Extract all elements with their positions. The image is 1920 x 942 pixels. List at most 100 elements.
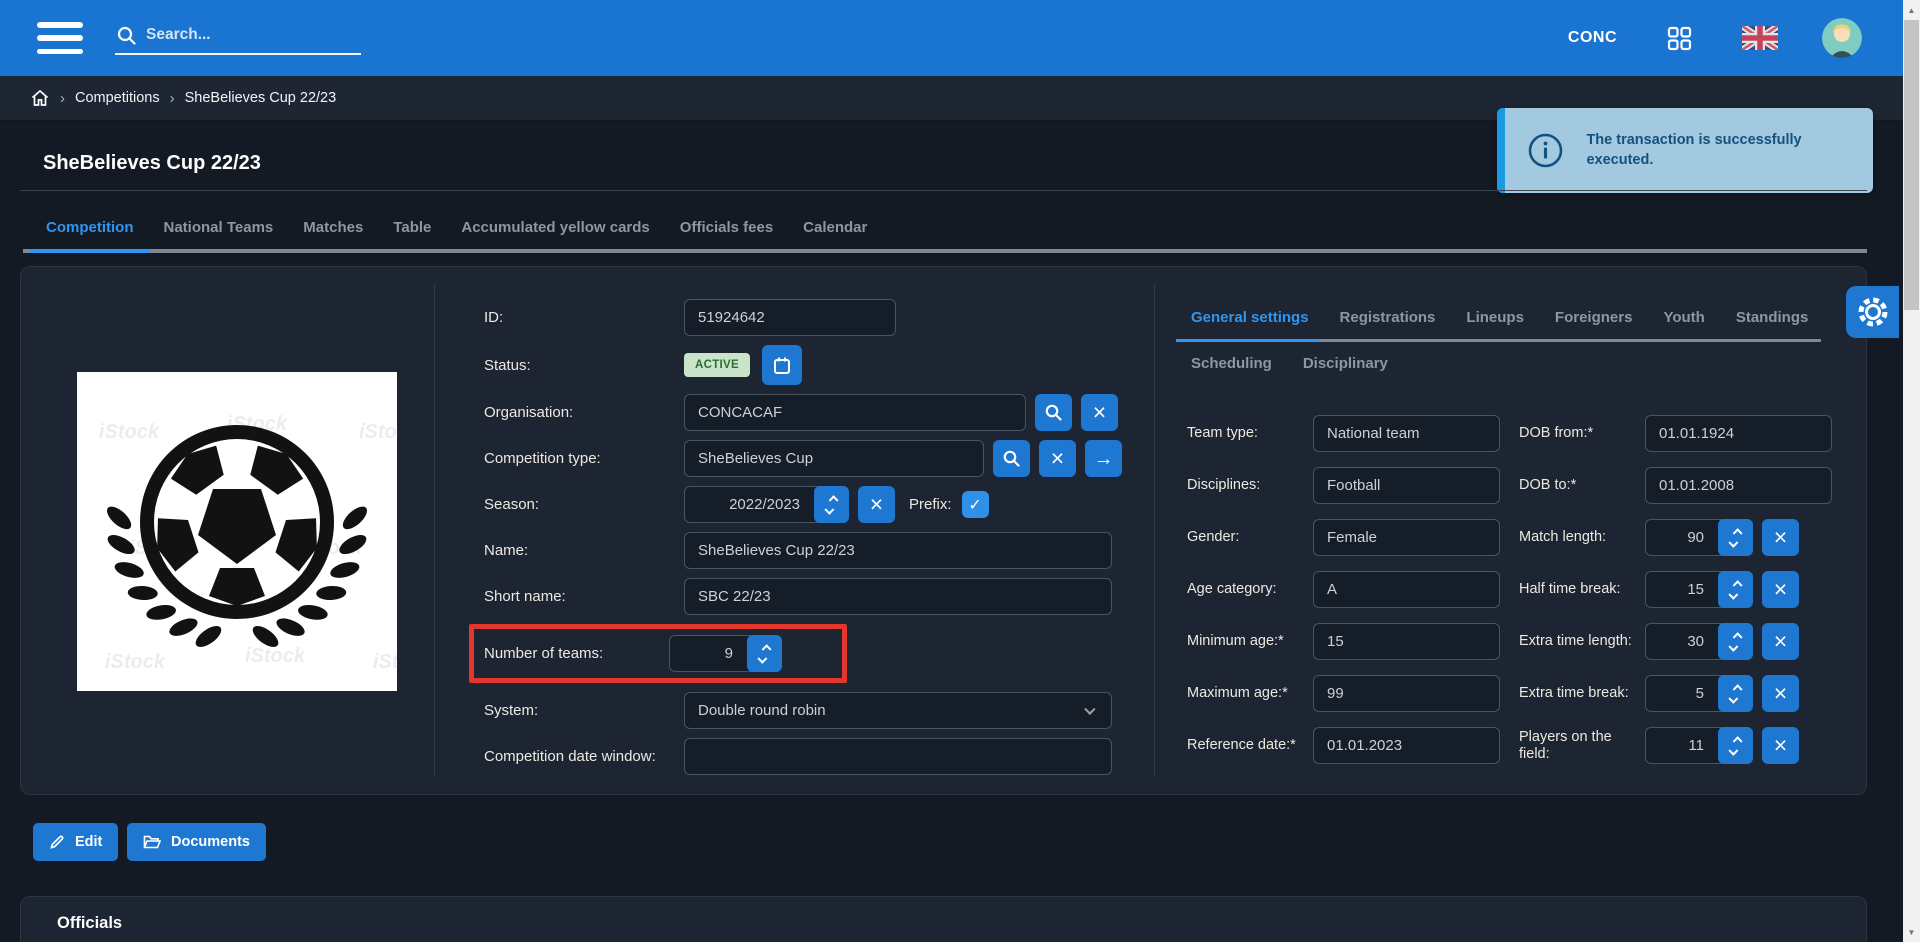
settings-tab-registrations[interactable]: Registrations — [1340, 309, 1436, 326]
match-length-clear-button[interactable]: × — [1762, 519, 1799, 556]
minimum-age-input[interactable] — [1313, 623, 1500, 660]
field-status: Status: ACTIVE — [461, 345, 1141, 385]
settings-tab-youth[interactable]: Youth — [1663, 309, 1704, 326]
field-half-time-break: Half time break: × — [1519, 571, 1864, 608]
title-divider — [20, 190, 1867, 191]
date-window-input[interactable] — [684, 738, 1112, 775]
system-select-value[interactable] — [684, 692, 1112, 729]
extra-time-break-clear-button[interactable]: × — [1762, 675, 1799, 712]
gear-icon — [1856, 295, 1890, 329]
pencil-icon — [49, 834, 65, 850]
competition-type-goto-button[interactable]: → — [1085, 440, 1122, 477]
hamburger-menu-icon[interactable] — [37, 22, 83, 54]
half-time-break-label: Half time break: — [1519, 581, 1645, 598]
divider-vertical — [1154, 285, 1155, 776]
dob-from-input[interactable] — [1645, 415, 1832, 452]
field-season: Season: × Prefix: ✓ — [461, 486, 1141, 523]
breadcrumb-competitions[interactable]: Competitions — [75, 90, 160, 106]
id-input[interactable] — [684, 299, 896, 336]
extra-time-break-stepper[interactable] — [1718, 675, 1753, 712]
divider-vertical — [434, 285, 435, 776]
folder-icon — [143, 834, 161, 850]
competition-type-input[interactable] — [684, 440, 984, 477]
settings-tab-scheduling[interactable]: Scheduling — [1191, 355, 1272, 372]
season-label: Season: — [484, 496, 684, 513]
extra-time-length-stepper[interactable] — [1718, 623, 1753, 660]
field-disciplines: Disciplines: — [1187, 467, 1517, 504]
chevron-down-icon — [1728, 745, 1738, 755]
match-length-label: Match length: — [1519, 529, 1645, 546]
chevron-up-icon — [829, 495, 839, 505]
settings-gear-button[interactable] — [1846, 286, 1899, 338]
documents-button[interactable]: Documents — [127, 823, 266, 861]
scrollbar-thumb[interactable] — [1904, 20, 1919, 310]
reference-date-input[interactable] — [1313, 727, 1500, 764]
settings-tab-disciplinary[interactable]: Disciplinary — [1303, 355, 1388, 372]
tab-calendar[interactable]: Calendar — [803, 219, 867, 236]
season-stepper[interactable] — [814, 486, 849, 523]
svg-text:iStock: iStock — [105, 651, 166, 673]
players-on-field-clear-button[interactable]: × — [1762, 727, 1799, 764]
edit-button[interactable]: Edit — [33, 823, 118, 861]
tab-accumulated-yellow-cards[interactable]: Accumulated yellow cards — [461, 219, 649, 236]
gender-input[interactable] — [1313, 519, 1500, 556]
tab-officials-fees[interactable]: Officials fees — [680, 219, 773, 236]
user-avatar[interactable] — [1822, 18, 1862, 58]
chevron-up-icon — [1733, 736, 1743, 746]
scrollbar-up-arrow[interactable]: ▲ — [1903, 2, 1920, 18]
success-toast: The transaction is successfully executed… — [1497, 108, 1873, 193]
settings-tab-standings[interactable]: Standings — [1736, 309, 1809, 326]
settings-tab-general[interactable]: General settings — [1191, 309, 1309, 326]
chevron-up-icon — [1733, 528, 1743, 538]
field-date-window: Competition date window: — [461, 738, 1141, 775]
chevron-down-icon — [1728, 641, 1738, 651]
system-select[interactable] — [684, 692, 1112, 729]
home-icon[interactable] — [30, 88, 50, 108]
players-on-field-label: Players on the field: — [1519, 729, 1645, 762]
vertical-scrollbar[interactable]: ▲ ▼ — [1903, 0, 1920, 942]
maximum-age-input[interactable] — [1313, 675, 1500, 712]
page-title: SheBelieves Cup 22/23 — [43, 152, 261, 175]
dob-to-label: DOB to:* — [1519, 477, 1645, 494]
language-flag-uk-icon[interactable] — [1742, 26, 1778, 50]
prefix-checkbox[interactable]: ✓ — [962, 491, 989, 518]
settings-tab-lineups[interactable]: Lineups — [1466, 309, 1524, 326]
chevron-down-icon — [1728, 537, 1738, 547]
players-on-field-stepper[interactable] — [1718, 727, 1753, 764]
season-clear-button[interactable]: × — [858, 486, 895, 523]
tab-matches[interactable]: Matches — [303, 219, 363, 236]
competition-type-search-button[interactable] — [993, 440, 1030, 477]
competition-type-clear-button[interactable]: × — [1039, 440, 1076, 477]
extra-time-length-clear-button[interactable]: × — [1762, 623, 1799, 660]
scrollbar-down-arrow[interactable]: ▼ — [1903, 924, 1920, 940]
name-input[interactable] — [684, 532, 1112, 569]
age-category-input[interactable] — [1313, 571, 1500, 608]
short-name-input[interactable] — [684, 578, 1112, 615]
dob-from-label: DOB from:* — [1519, 425, 1645, 442]
match-length-stepper[interactable] — [1718, 519, 1753, 556]
organisation-search-button[interactable] — [1035, 394, 1072, 431]
field-reference-date: Reference date:* — [1187, 727, 1517, 764]
status-calendar-button[interactable] — [762, 345, 802, 385]
dob-to-input[interactable] — [1645, 467, 1832, 504]
tab-competition[interactable]: Competition — [46, 219, 134, 236]
field-team-type: Team type: — [1187, 415, 1517, 452]
settings-tab-foreigners[interactable]: Foreigners — [1555, 309, 1633, 326]
organisation-input[interactable] — [684, 394, 1026, 431]
info-icon — [1527, 132, 1564, 169]
organisation-label: Organisation: — [484, 404, 684, 421]
search-input[interactable] — [146, 26, 336, 44]
chevron-up-icon — [1733, 684, 1743, 694]
tab-national-teams[interactable]: National Teams — [164, 219, 274, 236]
disciplines-input[interactable] — [1313, 467, 1500, 504]
half-time-break-stepper[interactable] — [1718, 571, 1753, 608]
number-of-teams-stepper[interactable] — [747, 635, 782, 672]
tab-table[interactable]: Table — [393, 219, 431, 236]
organisation-clear-button[interactable]: × — [1081, 394, 1118, 431]
organisation-code[interactable]: CONC — [1568, 29, 1617, 47]
team-type-input[interactable] — [1313, 415, 1500, 452]
half-time-break-clear-button[interactable]: × — [1762, 571, 1799, 608]
svg-text:iStock: iStock — [373, 651, 397, 673]
prefix-label: Prefix: — [909, 496, 952, 513]
apps-grid-icon[interactable] — [1667, 26, 1692, 51]
